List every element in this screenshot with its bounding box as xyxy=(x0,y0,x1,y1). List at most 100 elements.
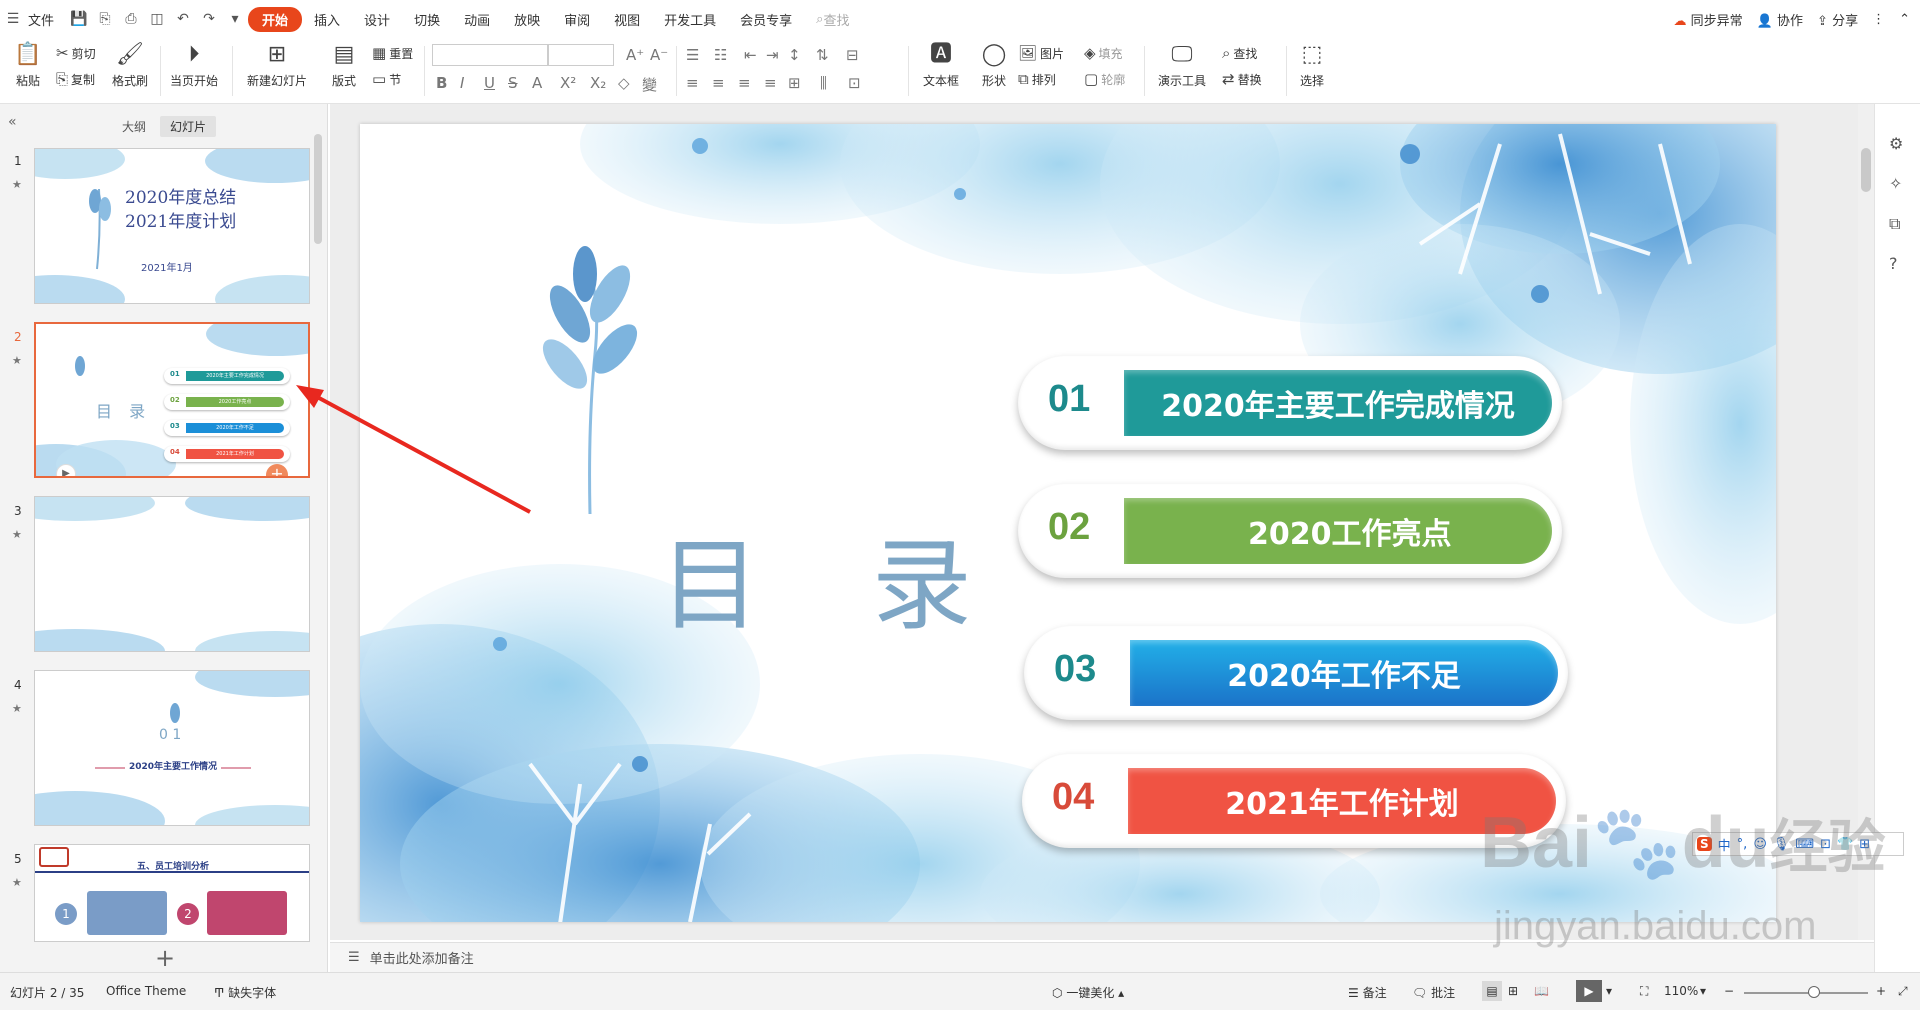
indent-icon[interactable]: ⇥ xyxy=(766,46,779,64)
animation-icon[interactable]: ✧ xyxy=(1889,174,1902,193)
tab-outline[interactable]: 大纲 xyxy=(112,116,156,137)
present-tools-button[interactable]: 🖵 演示工具 xyxy=(1152,40,1212,89)
justify-icon[interactable]: ≡ xyxy=(764,74,777,92)
fill-button[interactable]: ◈ 填充 xyxy=(1084,44,1123,62)
textbox-button[interactable]: 🅰 文本框 xyxy=(916,40,966,89)
outline-button[interactable]: ▢ 轮廓 xyxy=(1084,70,1125,88)
bullet-list-icon[interactable]: ☰ xyxy=(686,46,699,64)
theme-name[interactable]: Office Theme xyxy=(106,984,186,998)
undo-icon[interactable]: ↶ xyxy=(172,8,194,30)
replace-button[interactable]: ⇄ 替换 xyxy=(1222,70,1262,88)
zoom-out-button[interactable]: − xyxy=(1724,984,1734,998)
comments-toggle[interactable]: 🗨 批注 xyxy=(1412,984,1455,1001)
tab-slides[interactable]: 幻灯片 xyxy=(160,115,217,137)
tab-view[interactable]: 视图 xyxy=(602,10,652,29)
zoom-in-button[interactable]: + xyxy=(1876,984,1886,998)
vertical-scrollbar[interactable] xyxy=(1858,104,1874,940)
font-shrink-icon[interactable]: A⁻ xyxy=(650,46,668,64)
new-slide-button[interactable]: ⊞ 新建幻灯片 xyxy=(244,40,310,89)
strikethrough-icon[interactable]: S xyxy=(508,74,518,92)
align-left-icon[interactable]: ≡ xyxy=(686,74,699,92)
section-button[interactable]: ▭ 节 xyxy=(372,70,401,88)
arrange-button[interactable]: ⧉ 排列 xyxy=(1018,70,1056,88)
tab-developer[interactable]: 开发工具 xyxy=(652,10,728,29)
tab-member[interactable]: 会员专享 xyxy=(728,10,804,29)
shape-button[interactable]: ◯ 形状 xyxy=(974,40,1014,89)
line-spacing-icon[interactable]: ↕ xyxy=(788,46,801,64)
grid-view-icon[interactable]: ⊞ xyxy=(1508,984,1518,998)
reset-button[interactable]: ▦ 重置 xyxy=(372,44,413,62)
collab-button[interactable]: 👤 协作 xyxy=(1757,10,1803,29)
skin-icon[interactable]: 👕 xyxy=(1837,837,1853,852)
slideshow-play-button[interactable]: ▶ xyxy=(1576,980,1602,1002)
slide-thumb-3[interactable] xyxy=(34,496,310,652)
slide-thumb-4[interactable]: 0 1 2020年主要工作情况 xyxy=(34,670,310,826)
tab-review[interactable]: 审阅 xyxy=(552,10,602,29)
fit-window-icon[interactable]: ⛶ xyxy=(1640,984,1648,999)
current-slide[interactable]: 目 录 01 2020年主要工作完成情况 02 2020工作亮点 03 2020… xyxy=(360,124,1776,922)
tab-design[interactable]: 设计 xyxy=(352,10,402,29)
font-size-select[interactable] xyxy=(548,44,614,66)
columns-icon[interactable]: ⫼ xyxy=(820,74,827,92)
cut-button[interactable]: ✂ 剪切 xyxy=(56,44,96,62)
fullscreen-icon[interactable]: ⤢ xyxy=(1898,984,1908,999)
tab-animation[interactable]: 动画 xyxy=(452,10,502,29)
hamburger-icon[interactable]: ☰ xyxy=(2,8,24,30)
transition-icon[interactable]: ⧉ xyxy=(1889,214,1900,234)
tab-transition[interactable]: 切换 xyxy=(402,10,452,29)
mic-icon[interactable]: 🎙 xyxy=(1773,837,1790,852)
slide-thumb-2[interactable]: 目 录 01 2020年主要工作完成情况 02 2020工作亮点 03 2020… xyxy=(34,322,310,478)
save-icon[interactable]: 💾 xyxy=(68,8,90,30)
minimize-ribbon-icon[interactable]: ⌃ xyxy=(1899,12,1910,27)
sync-status[interactable]: ☁ 同步异常 xyxy=(1674,10,1743,29)
eraser-icon[interactable]: ◇ xyxy=(618,74,630,92)
find-button[interactable]: ⌕ 查找 xyxy=(1222,44,1257,62)
select-button[interactable]: ⬚ 选择 xyxy=(1294,40,1330,89)
notes-pane[interactable]: ☰ 单击此处添加备注 xyxy=(330,942,1874,972)
tab-slideshow[interactable]: 放映 xyxy=(502,10,552,29)
text-direction-icon[interactable]: ⇅ xyxy=(816,46,829,64)
ime-toolbar[interactable]: S 中 °, ☺ 🎙 ⌨ ⊡ 👕 ⊞ xyxy=(1692,832,1904,856)
zoom-level[interactable]: 110% xyxy=(1664,984,1698,998)
bold-icon[interactable]: B xyxy=(436,74,447,92)
tab-insert[interactable]: 插入 xyxy=(302,10,352,29)
align-center-icon[interactable]: ≡ xyxy=(712,74,725,92)
print-icon[interactable]: ⎙ xyxy=(120,8,142,30)
properties-icon[interactable]: ⚙ xyxy=(1889,134,1903,153)
picture-button[interactable]: 🖼 图片 xyxy=(1018,44,1064,62)
play-from-current-button[interactable]: ⏵ 当页开始 xyxy=(166,40,222,89)
chevron-down-icon[interactable]: ▾ xyxy=(1606,984,1612,998)
play-icon[interactable]: ▶ xyxy=(56,464,76,476)
search-box[interactable]: ⌕ 查找 xyxy=(816,10,849,29)
slide-thumb-5[interactable]: 五、员工培训分析 1 2 xyxy=(34,844,310,942)
superscript-icon[interactable]: X² xyxy=(560,74,576,92)
font-name-select[interactable] xyxy=(432,44,548,66)
slide-thumb-1[interactable]: 2020年度总结 2021年度计划 2021年1月 xyxy=(34,148,310,304)
font-color-icon[interactable]: A xyxy=(532,74,542,92)
export-icon[interactable]: ⎘ xyxy=(94,8,116,30)
layout-button[interactable]: ▤ 版式 xyxy=(326,40,362,89)
distribute-icon[interactable]: ⊞ xyxy=(788,74,801,92)
reading-view-icon[interactable]: 📖 xyxy=(1534,984,1549,998)
italic-icon[interactable]: I xyxy=(460,74,464,92)
subscript-icon[interactable]: X₂ xyxy=(590,74,606,92)
outdent-icon[interactable]: ⇤ xyxy=(744,46,757,64)
chevron-down-icon[interactable]: ▾ xyxy=(224,8,246,30)
char-spacing-icon[interactable]: 變 xyxy=(642,74,657,95)
notes-toggle[interactable]: ☰ 备注 xyxy=(1348,984,1387,1001)
help-icon[interactable]: ? xyxy=(1889,254,1898,273)
zoom-slider-handle[interactable] xyxy=(1808,986,1820,998)
font-grow-icon[interactable]: A⁺ xyxy=(626,46,644,64)
toolbox-icon[interactable]: ⊡ xyxy=(1820,837,1831,852)
grid-menu-icon[interactable]: ⊞ xyxy=(1859,837,1870,852)
copy-button[interactable]: ⎘ 复制 xyxy=(56,70,95,88)
underline-icon[interactable]: U xyxy=(484,74,495,92)
redo-icon[interactable]: ↷ xyxy=(198,8,220,30)
normal-view-icon[interactable]: ▤ xyxy=(1482,981,1502,1001)
format-painter-button[interactable]: 🖌 格式刷 xyxy=(110,40,150,89)
tab-home[interactable]: 开始 xyxy=(248,6,303,32)
align-right-icon[interactable]: ≡ xyxy=(738,74,751,92)
missing-font-button[interactable]: Ͳ 缺失字体 xyxy=(214,984,276,1001)
file-menu[interactable]: 文件 xyxy=(26,10,66,29)
beautify-button[interactable]: ⬡ 一键美化 ▴ xyxy=(1052,984,1124,1001)
